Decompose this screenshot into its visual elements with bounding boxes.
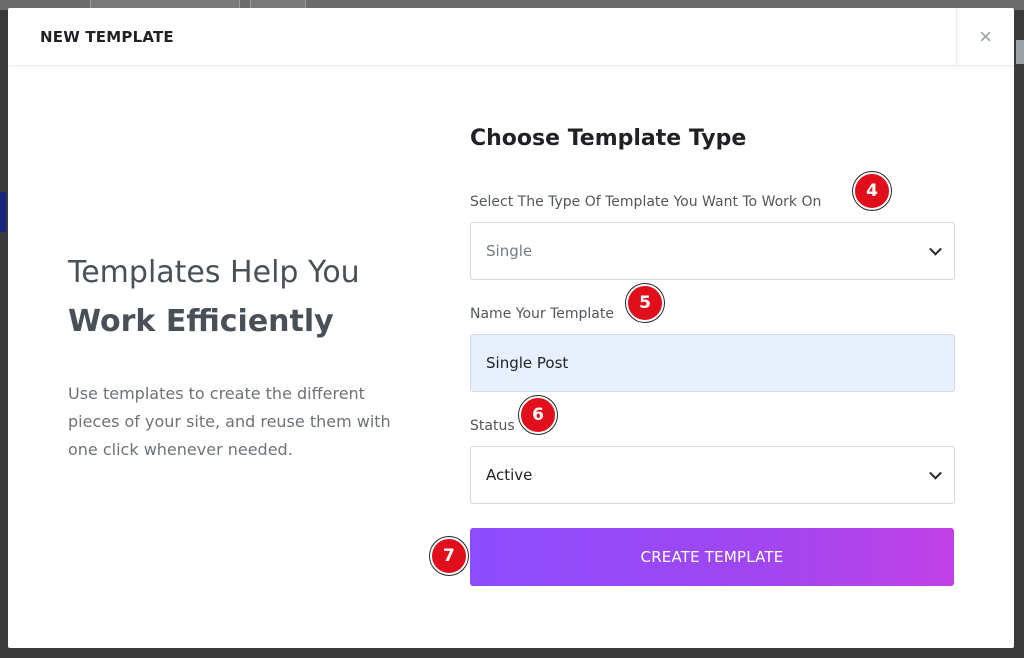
- step-badge-7-number: 7: [442, 546, 456, 566]
- intro-panel: Templates Help You Work Efficiently Use …: [68, 248, 413, 464]
- template-name-label-text: Name Your Template: [470, 306, 614, 322]
- modal-title: NEW TEMPLATE: [40, 27, 174, 46]
- template-form: Choose Template Type Select The Type Of …: [430, 126, 956, 586]
- template-name-value: Single Post: [486, 354, 569, 372]
- template-name-input[interactable]: Single Post: [470, 334, 955, 392]
- step-badge-7: 7: [430, 537, 468, 575]
- background-accent: [1016, 40, 1024, 64]
- chevron-down-icon: [929, 466, 942, 480]
- chevron-down-icon: [929, 242, 942, 256]
- modal-header: NEW TEMPLATE ×: [8, 8, 1014, 66]
- form-title: Choose Template Type: [470, 126, 747, 151]
- background-accent: [0, 192, 6, 232]
- intro-headline: Templates Help You Work Efficiently: [68, 248, 413, 346]
- create-template-button[interactable]: CREATE TEMPLATE 7: [430, 528, 954, 586]
- intro-description: Use templates to create the different pi…: [68, 384, 391, 459]
- status-select[interactable]: Active: [470, 446, 955, 504]
- step-badge-4-number: 4: [866, 181, 878, 201]
- template-type-value: Single: [486, 242, 533, 260]
- create-template-label: CREATE TEMPLATE: [640, 548, 784, 566]
- status-label-text: Status: [470, 418, 515, 434]
- template-name-label: Name Your Template 5: [470, 284, 664, 322]
- headline-line-1: Templates Help You: [68, 255, 360, 290]
- status-label: Status 6: [470, 396, 557, 434]
- close-button[interactable]: ×: [956, 8, 1014, 66]
- step-badge-4: 4: [853, 172, 891, 210]
- headline-line-2: Work Efficiently: [68, 304, 334, 339]
- step-badge-6-number: 6: [532, 405, 544, 425]
- template-type-select[interactable]: Single: [470, 222, 955, 280]
- template-type-label-text: Select The Type Of Template You Want To …: [470, 194, 822, 210]
- new-template-modal: NEW TEMPLATE × Templates Help You Work E…: [8, 8, 1014, 648]
- step-badge-5-number: 5: [639, 293, 651, 313]
- template-type-label: Select The Type Of Template You Want To …: [470, 172, 891, 210]
- step-badge-5: 5: [626, 284, 664, 322]
- status-value: Active: [486, 466, 533, 484]
- close-icon: ×: [979, 24, 992, 49]
- step-badge-6: 6: [519, 396, 557, 434]
